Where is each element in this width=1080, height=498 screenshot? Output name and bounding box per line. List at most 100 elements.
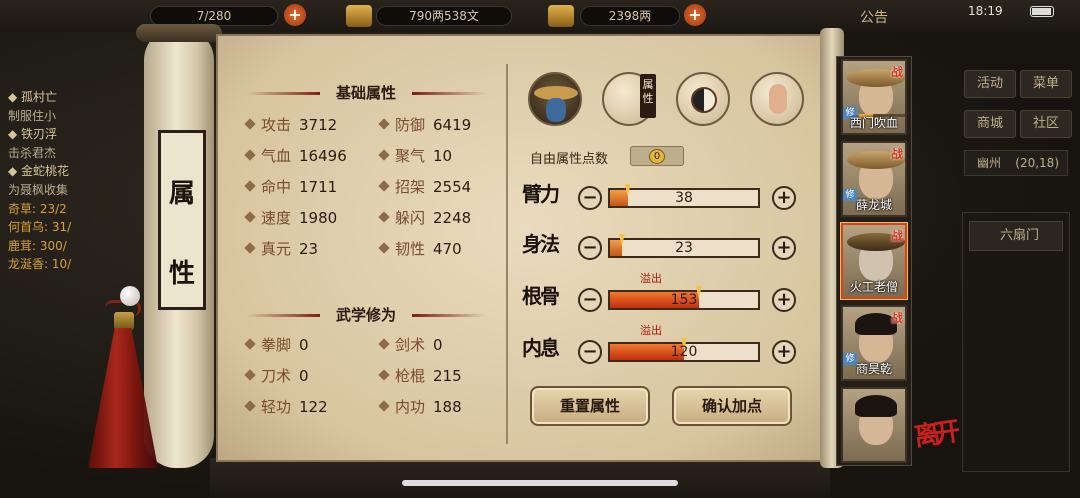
- roster-character-selected[interactable]: 战 火工老僧: [841, 223, 907, 299]
- martial-spear: 枪棍 215: [378, 365, 462, 386]
- breath-plus-button[interactable]: +: [772, 340, 796, 364]
- hair-icon: [855, 395, 897, 417]
- constitution-minus-button[interactable]: −: [578, 288, 602, 312]
- stat-label: 根骨: [522, 284, 560, 308]
- quest-progress: 奇草: 23/2: [8, 201, 67, 216]
- quest-title: ◆ 金蛇桃花: [8, 164, 70, 179]
- stat-bar: 23: [608, 234, 760, 258]
- shop-button[interactable]: 商城: [964, 110, 1016, 138]
- attribute-book-icon: 属性: [640, 74, 656, 118]
- capacity-plus-button[interactable]: +: [284, 4, 306, 26]
- attr-hp: 气血 16496: [244, 145, 347, 166]
- quest-desc: 制服住小: [8, 108, 57, 123]
- leave-button[interactable]: 离开: [912, 411, 957, 453]
- announcement-button[interactable]: 公告: [860, 7, 888, 27]
- battle-badge: 战: [890, 311, 903, 325]
- tab-character[interactable]: [528, 72, 582, 126]
- scroll-label-char: 属: [168, 179, 195, 209]
- meridian-body-icon: [769, 84, 787, 114]
- quest-title: ◆ 铁刃浮: [8, 127, 58, 142]
- right-side-menu: 活动 菜单 商城 社区 幽州 (20,18) 六扇门: [958, 62, 1076, 482]
- character-name: 商昊乾: [855, 362, 892, 376]
- basic-attrs-title: 基础属性: [226, 82, 506, 103]
- free-points-value: 0: [649, 149, 665, 164]
- strength-plus-button[interactable]: +: [772, 186, 796, 210]
- gold-display: 2398两: [580, 6, 680, 26]
- quest-title: ◆ 孤村亡: [8, 90, 58, 104]
- quest-progress: 鹿茸: 300/: [8, 238, 67, 253]
- stat-value: 23: [675, 240, 693, 256]
- status-time: 18:19: [968, 4, 1003, 18]
- attr-zhenyuan: 真元 23: [244, 238, 318, 259]
- martial-title: 武学修为: [226, 304, 506, 325]
- stat-row-constitution: 根骨 − 153 溢出 +: [520, 272, 810, 320]
- faction-list: 六扇门: [962, 212, 1070, 472]
- quest-tracker[interactable]: ◆ 孤村亡 制服住小 ◆ 铁刃浮 击杀君杰 ◆ 金蛇桃花 为聂枫收集 奇草: 2…: [8, 88, 140, 274]
- stat-label: 身法: [522, 232, 560, 256]
- attr-toughness: 韧性 470: [378, 238, 462, 259]
- stat-value: 120: [670, 344, 698, 360]
- martial-fist: 拳脚 0: [244, 334, 309, 355]
- tab-bagua[interactable]: [676, 72, 730, 126]
- tassel-cap: [114, 312, 134, 330]
- attr-parry: 招架 2554: [378, 176, 471, 197]
- martial-sword: 剑术 0: [378, 334, 443, 355]
- martial-inner: 内功 188: [378, 396, 462, 417]
- agility-minus-button[interactable]: −: [578, 236, 602, 260]
- activity-button[interactable]: 活动: [964, 70, 1016, 98]
- location-name: 幽州: [977, 156, 1002, 170]
- stat-row-breath: 内息 − 120 溢出 +: [520, 324, 810, 372]
- martial-lightness: 轻功 122: [244, 396, 328, 417]
- strength-minus-button[interactable]: −: [578, 186, 602, 210]
- stat-bar: 120: [608, 338, 760, 362]
- tab-attributes[interactable]: 属性: [602, 72, 656, 126]
- overflow-label: 溢出: [640, 324, 662, 337]
- stat-label: 臂力: [522, 182, 560, 206]
- confirm-points-button[interactable]: 确认加点: [672, 386, 792, 426]
- community-button[interactable]: 社区: [1020, 110, 1072, 138]
- martial-blade: 刀术 0: [244, 365, 309, 386]
- gold-plus-button[interactable]: +: [684, 4, 706, 26]
- character-name: 火工老僧: [849, 280, 898, 294]
- menu-button[interactable]: 菜单: [1020, 70, 1072, 98]
- gold-ingot-icon: [548, 5, 574, 27]
- capacity-display: 7/280: [150, 6, 278, 26]
- tab-meridian[interactable]: [750, 72, 804, 126]
- agility-plus-button[interactable]: +: [772, 236, 796, 260]
- home-indicator: [402, 480, 678, 486]
- battle-badge: 战: [890, 65, 903, 79]
- attr-dodge: 躲闪 2248: [378, 207, 471, 228]
- breath-minus-button[interactable]: −: [578, 340, 602, 364]
- quest-progress: 龙涎香: 10/: [8, 257, 72, 272]
- free-points-box: 0: [630, 146, 684, 166]
- quest-progress: 何首乌: 31/: [8, 220, 72, 235]
- silver-icon: [346, 5, 372, 27]
- silver-value: 790两538文: [409, 9, 479, 23]
- constitution-plus-button[interactable]: +: [772, 288, 796, 312]
- stat-row-strength: 臂力 − 38 +: [520, 178, 810, 218]
- faction-item[interactable]: 六扇门: [969, 221, 1063, 251]
- stat-row-agility: 身法 − 23 +: [520, 228, 810, 268]
- scroll-label: 属 性: [158, 130, 206, 310]
- location-coords: (20,18): [1015, 156, 1059, 170]
- silver-display: 790两538文: [376, 6, 512, 26]
- roster-character[interactable]: 战 修 西门吹血: [841, 59, 907, 135]
- stat-bar: 153: [608, 286, 760, 310]
- free-points-label: 自由属性点数: [530, 152, 609, 167]
- reset-attributes-button[interactable]: 重置属性: [530, 386, 650, 426]
- roller-cap: [136, 24, 222, 42]
- gold-value: 2398两: [608, 9, 652, 23]
- tassel-bead: [120, 286, 140, 306]
- stat-bar: 38: [608, 184, 760, 208]
- attr-qi: 聚气 10: [378, 145, 452, 166]
- battery-icon: [1030, 6, 1054, 17]
- roster-character[interactable]: 战 修 薛龙城: [841, 141, 907, 217]
- battle-badge: 战: [890, 229, 903, 243]
- roster-character[interactable]: [841, 387, 907, 463]
- attr-hit: 命中 1711: [244, 176, 337, 197]
- attr-attack: 攻击 3712: [244, 114, 337, 135]
- stat-value: 153: [670, 292, 698, 308]
- character-name: 薛龙城: [855, 198, 892, 212]
- character-roster: 战 修 西门吹血 战 修 薛龙城 战 火工老僧 战 修 商昊乾: [836, 56, 912, 466]
- roster-character[interactable]: 战 修 商昊乾: [841, 305, 907, 381]
